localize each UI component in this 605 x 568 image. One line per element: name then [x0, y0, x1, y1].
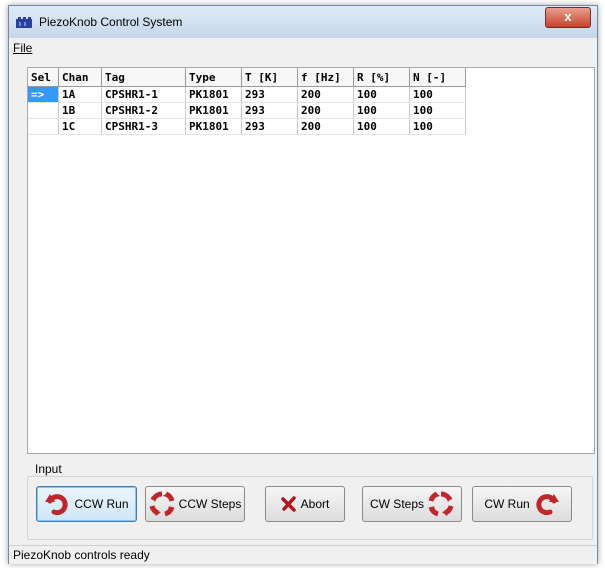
cell-tag[interactable]: CPSHR1-2 — [101, 102, 186, 119]
cell-chan[interactable]: 1B — [58, 102, 102, 119]
table-row[interactable]: 1B CPSHR1-2 PK1801 293 200 100 100 — [28, 102, 466, 119]
close-button[interactable]: x — [545, 7, 591, 28]
ccw-steps-button[interactable]: CCW Steps — [145, 486, 245, 522]
column-header-ratio[interactable]: R [%] — [353, 68, 410, 87]
window-title: PiezoKnob Control System — [39, 15, 183, 29]
table-header-row: Sel Chan Tag Type T [K] f [Hz] R [%] N [… — [28, 68, 466, 87]
menu-file-label: File — [13, 41, 33, 55]
column-header-type[interactable]: Type — [185, 68, 242, 87]
abort-button[interactable]: Abort — [265, 486, 345, 522]
cell-temperature[interactable]: 293 — [241, 102, 298, 119]
column-header-tag[interactable]: Tag — [101, 68, 186, 87]
status-bar: PiezoKnob controls ready — [9, 545, 597, 564]
row-selector-cell[interactable] — [28, 102, 59, 119]
cell-ratio[interactable]: 100 — [353, 102, 410, 119]
column-header-frequency[interactable]: f [Hz] — [297, 68, 354, 87]
cell-frequency[interactable]: 200 — [297, 86, 354, 103]
ccw-run-icon — [45, 494, 69, 516]
app-window: PiezoKnob Control System x File Sel Chan… — [8, 5, 598, 564]
cell-frequency[interactable]: 200 — [297, 118, 354, 135]
column-header-count[interactable]: N [-] — [409, 68, 466, 87]
ccw-run-label: CCW Run — [74, 497, 129, 511]
cell-type[interactable]: PK1801 — [185, 102, 242, 119]
status-text: PiezoKnob controls ready — [13, 548, 150, 562]
cell-count[interactable]: 100 — [409, 102, 466, 119]
cw-run-button[interactable]: CW Run — [472, 486, 572, 522]
cell-ratio[interactable]: 100 — [353, 86, 410, 103]
cw-steps-label: CW Steps — [369, 497, 424, 511]
cw-steps-icon — [428, 491, 454, 517]
cell-tag[interactable]: CPSHR1-3 — [101, 118, 186, 135]
row-selector-cell[interactable]: => — [28, 86, 59, 103]
title-bar[interactable]: PiezoKnob Control System x — [9, 6, 597, 38]
cell-tag[interactable]: CPSHR1-1 — [101, 86, 186, 103]
cell-type[interactable]: PK1801 — [185, 118, 242, 135]
input-group-label: Input — [35, 462, 62, 476]
ccw-steps-icon — [149, 491, 175, 517]
cw-run-label: CW Run — [484, 497, 530, 511]
cell-count[interactable]: 100 — [409, 118, 466, 135]
cell-chan[interactable]: 1C — [58, 118, 102, 135]
app-logo-icon — [16, 17, 32, 28]
close-icon: x — [564, 9, 572, 24]
channel-table: Sel Chan Tag Type T [K] f [Hz] R [%] N [… — [28, 68, 466, 135]
column-header-chan[interactable]: Chan — [58, 68, 102, 87]
cw-steps-button[interactable]: CW Steps — [362, 486, 462, 522]
column-header-sel[interactable]: Sel — [28, 68, 59, 87]
abort-label: Abort — [300, 497, 330, 511]
table-row[interactable]: => 1A CPSHR1-1 PK1801 293 200 100 100 — [28, 86, 466, 103]
cell-temperature[interactable]: 293 — [241, 118, 298, 135]
ccw-run-button[interactable]: CCW Run — [36, 486, 137, 522]
cell-chan[interactable]: 1A — [58, 86, 102, 103]
cell-temperature[interactable]: 293 — [241, 86, 298, 103]
abort-x-icon — [280, 496, 296, 512]
table-row[interactable]: 1C CPSHR1-3 PK1801 293 200 100 100 — [28, 118, 466, 135]
cell-ratio[interactable]: 100 — [353, 118, 410, 135]
cell-count[interactable]: 100 — [409, 86, 466, 103]
channel-table-panel[interactable]: Sel Chan Tag Type T [K] f [Hz] R [%] N [… — [27, 67, 595, 454]
cell-frequency[interactable]: 200 — [297, 102, 354, 119]
cell-type[interactable]: PK1801 — [185, 86, 242, 103]
row-selector-cell[interactable] — [28, 118, 59, 135]
menu-file[interactable]: File — [13, 41, 32, 55]
menu-bar: File — [9, 38, 597, 58]
ccw-steps-label: CCW Steps — [178, 497, 242, 511]
column-header-temperature[interactable]: T [K] — [241, 68, 298, 87]
cw-run-icon — [536, 494, 559, 516]
